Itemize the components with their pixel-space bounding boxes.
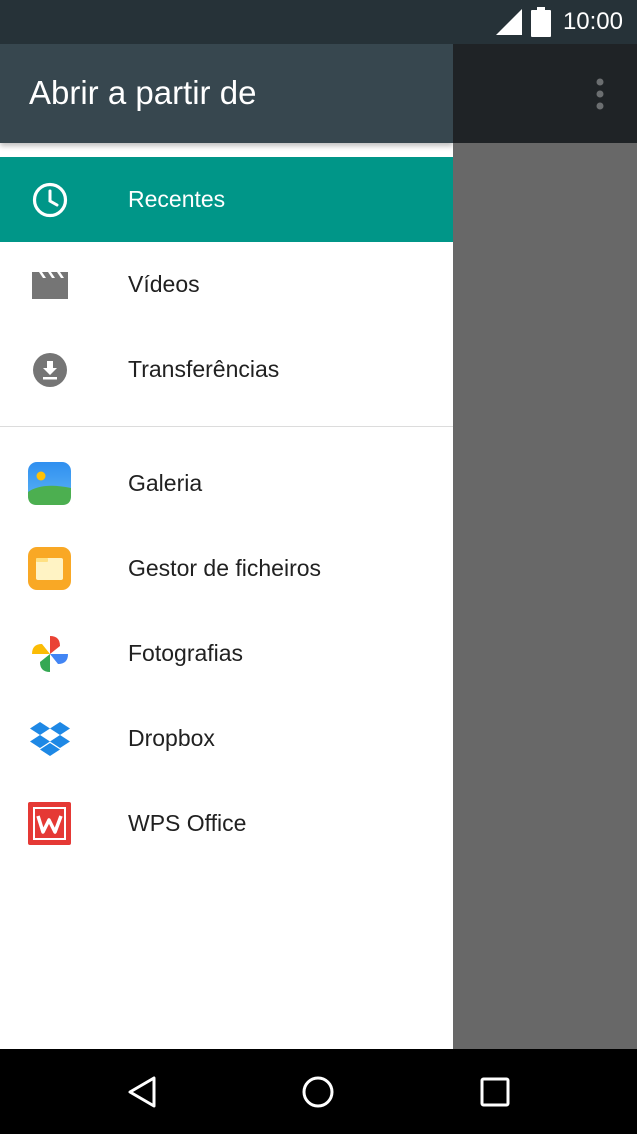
status-bar: 10:00 — [0, 0, 637, 44]
section-divider — [0, 426, 453, 427]
navigation-drawer: Abrir a partir de Recentes Vídeos Transf… — [0, 44, 453, 1049]
app-item-fotografias[interactable]: Fotografias — [0, 611, 453, 696]
drawer-header: Abrir a partir de — [0, 44, 453, 143]
app-toolbar — [453, 44, 637, 143]
file-manager-icon — [28, 547, 71, 590]
app-item-gestor-de-ficheiros[interactable]: Gestor de ficheiros — [0, 526, 453, 611]
root-item-label: Recentes — [128, 186, 226, 212]
app-item-galeria[interactable]: Galeria — [0, 441, 453, 526]
clock-icon — [28, 178, 71, 221]
drawer-title: Abrir a partir de — [29, 74, 257, 111]
app-item-wps-office[interactable]: WPS Office — [0, 781, 453, 866]
app-item-label: WPS Office — [128, 810, 247, 836]
home-icon[interactable] — [300, 1074, 336, 1110]
root-item-label: Vídeos — [128, 271, 200, 297]
battery-icon — [530, 7, 551, 37]
signal-icon — [495, 9, 522, 35]
roots-list: Recentes Vídeos Transferências Galeria G… — [0, 157, 453, 866]
app-item-label: Galeria — [128, 470, 203, 496]
app-item-dropbox[interactable]: Dropbox — [0, 696, 453, 781]
back-icon[interactable] — [124, 1074, 160, 1110]
photos-pinwheel-icon — [28, 632, 71, 675]
app-item-label: Dropbox — [128, 725, 215, 751]
root-item-videos[interactable]: Vídeos — [0, 242, 453, 327]
root-item-transferencias[interactable]: Transferências — [0, 327, 453, 412]
recents-icon[interactable] — [477, 1074, 513, 1110]
root-item-label: Transferências — [128, 356, 280, 382]
app-item-label: Gestor de ficheiros — [128, 555, 322, 581]
drawer-scrim[interactable] — [453, 143, 637, 1049]
app-item-label: Fotografias — [128, 640, 244, 666]
dropbox-icon — [28, 717, 71, 760]
root-item-recentes[interactable]: Recentes — [0, 157, 453, 242]
more-vert-icon[interactable] — [595, 78, 605, 110]
video-icon — [28, 263, 71, 306]
status-icons: 10:00 — [495, 0, 623, 44]
download-icon — [28, 348, 71, 391]
system-nav-bar — [0, 1049, 637, 1134]
wps-office-icon — [28, 802, 71, 845]
status-clock: 10:00 — [562, 8, 623, 35]
gallery-icon — [28, 462, 71, 505]
